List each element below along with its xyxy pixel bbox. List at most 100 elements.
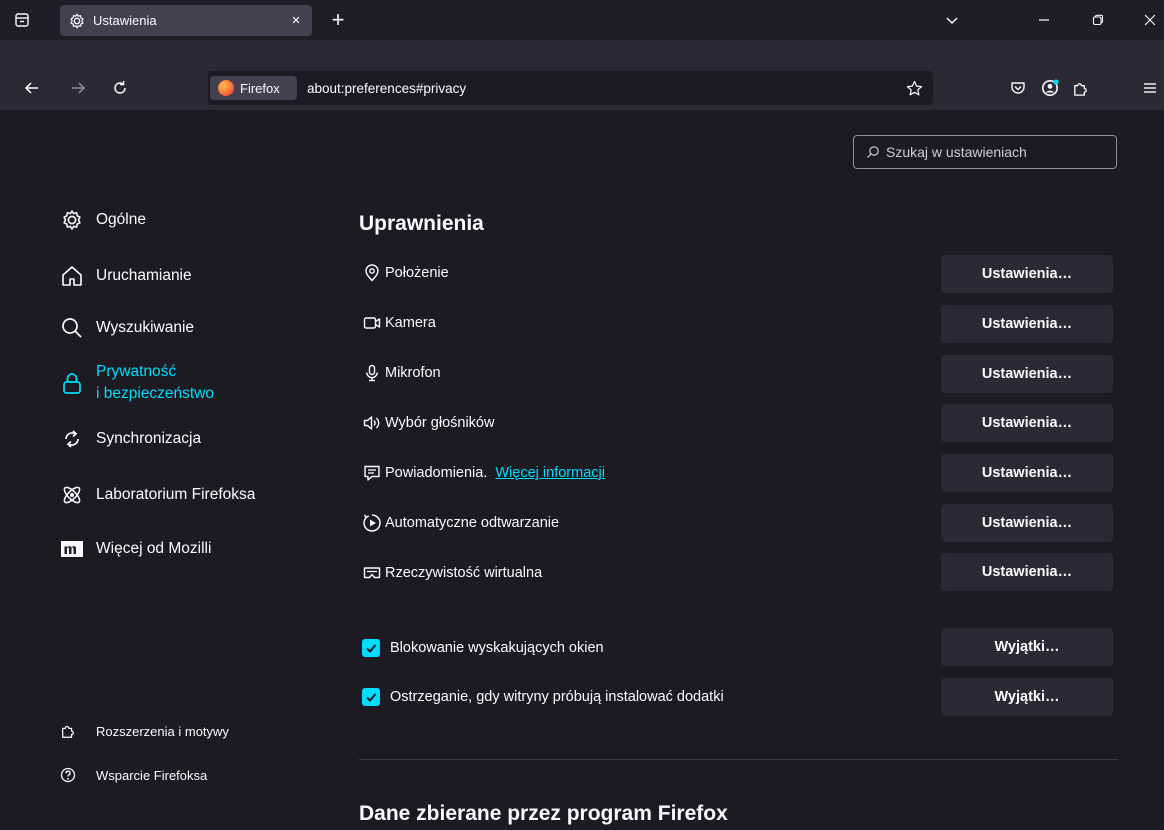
sidebar-item-label-line1: Prywatność xyxy=(96,363,177,380)
permission-row-speaker: Wybór głośników xyxy=(362,413,494,433)
gear-icon xyxy=(60,208,84,232)
sidebar-item-label: Prywatność i bezpieczeństwo xyxy=(96,361,214,405)
camera-settings-button[interactable]: Ustawienia… xyxy=(941,305,1113,343)
section-divider xyxy=(359,759,1118,760)
account-button[interactable] xyxy=(1038,76,1062,100)
location-icon xyxy=(362,263,382,283)
account-icon xyxy=(1042,79,1059,96)
sidebar-item-home[interactable]: Uruchamianie xyxy=(60,264,192,288)
sidebar-item-label: Wyszukiwanie xyxy=(96,319,195,336)
reload-button[interactable] xyxy=(106,74,134,102)
permission-row-microphone: Mikrofon xyxy=(362,363,441,383)
help-icon xyxy=(60,767,76,783)
addon-warning-checkbox[interactable] xyxy=(362,688,380,706)
back-button[interactable] xyxy=(18,74,46,102)
minimize-button[interactable] xyxy=(1030,8,1058,32)
speaker-settings-button[interactable]: Ustawienia… xyxy=(941,404,1113,442)
search-placeholder: Szukaj w ustawieniach xyxy=(886,144,1027,160)
url-input[interactable]: about:preferences#privacy xyxy=(307,81,466,96)
tab-close-button[interactable]: × xyxy=(284,9,308,33)
gear-icon xyxy=(70,13,84,28)
firefox-logo-icon xyxy=(218,80,234,96)
identity-box[interactable]: Firefox xyxy=(210,76,297,100)
pocket-button[interactable] xyxy=(1006,76,1030,100)
hamburger-menu-icon xyxy=(1144,83,1156,93)
permission-label: Powiadomienia. xyxy=(385,465,488,481)
sidebar-footer-support[interactable]: Wsparcie Firefoksa xyxy=(60,767,207,783)
sidebar-footer-addons[interactable]: Rozszerzenia i motywy xyxy=(60,723,229,739)
permission-row-notifications: Powiadomienia. Więcej informacji xyxy=(362,463,605,483)
identity-label: Firefox xyxy=(240,80,280,96)
permission-label: Mikrofon xyxy=(385,365,441,381)
search-icon xyxy=(60,316,84,340)
sidebar-item-label: Uruchamianie xyxy=(96,267,192,284)
permission-row-autoplay: Automatyczne odtwarzanie xyxy=(362,513,559,533)
tab-settings[interactable]: Ustawienia × xyxy=(60,5,312,36)
puzzle-icon xyxy=(60,723,76,739)
search-icon xyxy=(867,146,879,158)
forward-button[interactable] xyxy=(64,74,92,102)
arrow-left-icon xyxy=(24,82,38,94)
camera-icon xyxy=(362,313,382,333)
sidebar-item-label-line2: i bezpieczeństwo xyxy=(96,385,215,402)
firefox-view-button[interactable] xyxy=(8,8,36,32)
sidebar-item-label: Synchronizacja xyxy=(96,430,202,447)
checkbox-label: Ostrzeganie, gdy witryny próbują instalo… xyxy=(390,689,724,705)
addon-warning-row: Ostrzeganie, gdy witryny próbują instalo… xyxy=(362,688,724,706)
minimize-icon xyxy=(1039,19,1049,21)
sidebar-item-experiments[interactable]: Laboratorium Firefoksa xyxy=(60,483,255,507)
sidebar-item-privacy[interactable]: Prywatność i bezpieczeństwo xyxy=(60,361,214,405)
permission-row-vr: Rzeczywistość wirtualna xyxy=(362,563,542,583)
extensions-button[interactable] xyxy=(1068,76,1092,100)
popup-exceptions-button[interactable]: Wyjątki… xyxy=(941,628,1113,666)
learn-more-link[interactable]: Więcej informacji xyxy=(495,465,605,481)
sidebar-item-label: Laboratorium Firefoksa xyxy=(96,486,256,503)
vr-settings-button[interactable]: Ustawienia… xyxy=(941,553,1113,591)
notifications-settings-button[interactable]: Ustawienia… xyxy=(941,454,1113,492)
settings-search-input[interactable]: Szukaj w ustawieniach xyxy=(853,135,1117,169)
lock-icon xyxy=(60,371,84,395)
location-settings-button[interactable]: Ustawienia… xyxy=(941,255,1113,293)
arrow-right-icon xyxy=(72,82,86,94)
sidebar-footer-label: Rozszerzenia i motywy xyxy=(96,723,229,739)
microphone-icon xyxy=(362,363,382,383)
experiments-icon xyxy=(60,483,84,507)
permission-label: Wybór głośników xyxy=(385,415,495,431)
sidebar-item-sync[interactable]: Synchronizacja xyxy=(60,427,201,451)
pocket-icon xyxy=(1011,82,1025,94)
sync-icon xyxy=(60,427,84,451)
sidebar-item-general[interactable]: Ogólne xyxy=(60,208,146,232)
sidebar-item-label: Ogólne xyxy=(96,211,146,228)
permission-label: Automatyczne odtwarzanie xyxy=(385,515,560,531)
section-heading-data-collection: Dane zbierane przez program Firefox xyxy=(359,802,728,825)
tab-strip: Ustawienia × + xyxy=(0,0,1164,40)
block-popups-checkbox[interactable] xyxy=(362,639,380,657)
sidebar-item-more-from-mozilla[interactable]: Więcej od Mozilli xyxy=(60,537,211,561)
block-popups-row: Blokowanie wyskakujących okien xyxy=(362,639,604,657)
permission-label: Położenie xyxy=(385,265,449,281)
chevron-down-icon xyxy=(946,17,958,25)
list-all-tabs-button[interactable] xyxy=(940,8,964,32)
restore-icon xyxy=(1092,14,1104,26)
bookmark-star-button[interactable] xyxy=(902,76,926,100)
checkmark-icon xyxy=(366,644,377,653)
restore-button[interactable] xyxy=(1084,8,1112,32)
new-tab-button[interactable]: + xyxy=(326,7,350,32)
firefox-view-icon xyxy=(15,13,29,27)
puzzle-icon xyxy=(1073,82,1087,96)
permission-label: Kamera xyxy=(385,315,436,331)
autoplay-icon xyxy=(362,513,382,533)
permission-row-location: Położenie xyxy=(362,263,449,283)
reload-icon xyxy=(114,81,126,94)
sidebar-footer-label: Wsparcie Firefoksa xyxy=(96,767,208,783)
sidebar-item-label: Więcej od Mozilli xyxy=(96,540,212,557)
addon-exceptions-button[interactable]: Wyjątki… xyxy=(941,678,1113,716)
close-icon xyxy=(1144,14,1156,26)
app-menu-button[interactable] xyxy=(1138,76,1162,100)
close-window-button[interactable] xyxy=(1136,8,1164,32)
home-icon xyxy=(60,264,84,288)
autoplay-settings-button[interactable]: Ustawienia… xyxy=(941,504,1113,542)
vr-icon xyxy=(362,563,382,583)
microphone-settings-button[interactable]: Ustawienia… xyxy=(941,355,1113,393)
sidebar-item-search[interactable]: Wyszukiwanie xyxy=(60,316,194,340)
